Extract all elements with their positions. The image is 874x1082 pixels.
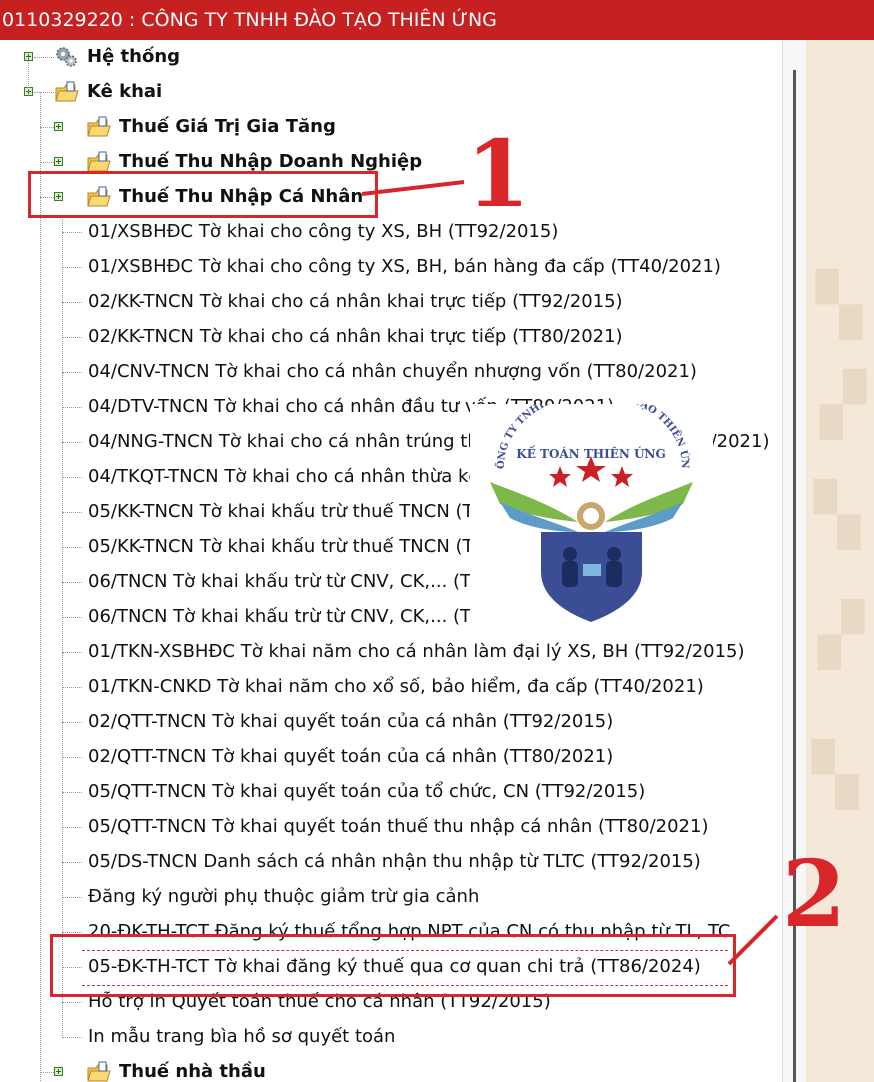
tree-item-label: 05/QTT-TNCN Tờ khai quyết toán thuế thu … <box>88 816 709 837</box>
tree-item-tncn-form[interactable]: 01/XSBHĐC Tờ khai cho công ty XS, BH (TT… <box>0 215 782 249</box>
tree-connector-horizontal <box>62 1037 82 1038</box>
tree-connector-horizontal <box>62 442 82 443</box>
tree-item-label: Thuế nhà thầu <box>119 1061 266 1082</box>
watermark-glyph: ▞ <box>820 370 867 440</box>
tree-connector-horizontal <box>62 827 82 828</box>
tree-item-tncn-form[interactable]: 02/QTT-TNCN Tờ khai quyết toán của cá nh… <box>0 705 782 739</box>
watermark-glyph: ▚ <box>814 480 861 550</box>
tree-item-label: 05/DS-TNCN Danh sách cá nhân nhận thu nh… <box>88 851 701 872</box>
tree-item-label: Thuế Giá Trị Gia Tăng <box>119 116 336 137</box>
marker-number-1: 1 <box>466 120 531 228</box>
tree-connector-horizontal <box>62 337 82 338</box>
tree-connector-horizontal <box>62 897 82 898</box>
tree-item-tncn-form[interactable]: 02/QTT-TNCN Tờ khai quyết toán của cá nh… <box>0 740 782 774</box>
watermark-glyph: ▞ <box>818 600 865 670</box>
logo-monitor <box>583 564 601 576</box>
tree-connector-horizontal <box>34 92 54 93</box>
tree-item-tncn-form[interactable]: 04/CNV-TNCN Tờ khai cho cá nhân chuyển n… <box>0 355 782 389</box>
tree-connector-horizontal <box>40 162 54 163</box>
watermark-glyph: ▚ <box>816 270 863 340</box>
tree-item-tncn-form[interactable]: 05/DS-TNCN Danh sách cá nhân nhận thu nh… <box>0 845 782 879</box>
tree-item-tncn-form[interactable]: 05/QTT-TNCN Tờ khai quyết toán của tổ ch… <box>0 775 782 809</box>
tree-connector-vertical <box>40 92 41 1082</box>
tree-item-label: 05/QTT-TNCN Tờ khai quyết toán của tổ ch… <box>88 781 646 802</box>
expand-icon[interactable] <box>54 122 63 131</box>
highlight-box-05-dk-th-tct <box>50 934 736 997</box>
tree-connector-horizontal <box>62 407 82 408</box>
tree-item-tncn-form[interactable]: 02/KK-TNCN Tờ khai cho cá nhân khai trực… <box>0 320 782 354</box>
tree-connector-horizontal <box>62 547 82 548</box>
tree-connector-horizontal <box>62 477 82 478</box>
tree-item-tncn-form[interactable]: 01/TKN-CNKD Tờ khai năm cho xổ số, bảo h… <box>0 670 782 704</box>
tree-item-label: 01/TKN-XSBHĐC Tờ khai năm cho cá nhân là… <box>88 641 745 662</box>
tree-item-label: 02/KK-TNCN Tờ khai cho cá nhân khai trực… <box>88 326 623 347</box>
folder-icon <box>87 1061 111 1082</box>
watermark-glyph: ▚ <box>812 740 859 810</box>
tree-item-label: Hệ thống <box>87 46 181 67</box>
tree-connector-horizontal <box>62 757 82 758</box>
tree-item-label: 01/TKN-CNKD Tờ khai năm cho xổ số, bảo h… <box>88 676 704 697</box>
tree-connector-vertical <box>62 215 63 1038</box>
tree-connector-horizontal <box>62 617 82 618</box>
tree-connector-horizontal <box>62 267 82 268</box>
tree-connector-horizontal <box>62 862 82 863</box>
window-title: 0110329220 : CÔNG TY TNHH ĐÀO TẠO THIÊN … <box>2 9 497 31</box>
tree-connector-horizontal <box>34 57 54 58</box>
tree-item-tncn-form[interactable]: In mẫu trang bìa hồ sơ quyết toán <box>0 1020 782 1054</box>
tree-connector-vertical <box>28 57 29 92</box>
tree-connector-horizontal <box>62 652 82 653</box>
dashed-underline-top <box>82 950 728 951</box>
logo-shield <box>541 532 642 622</box>
arrow-line-1 <box>361 180 465 196</box>
tree-item-tncn-form[interactable]: Đăng ký người phụ thuộc giảm trừ gia cản… <box>0 880 782 914</box>
tree-item-tncn-form[interactable]: 02/KK-TNCN Tờ khai cho cá nhân khai trực… <box>0 285 782 319</box>
tree-node-ke-khai[interactable]: Kê khai <box>0 75 782 109</box>
tree-item-label: Kê khai <box>87 81 163 102</box>
tree-connector-horizontal <box>40 127 54 128</box>
tree-item-label: Đăng ký người phụ thuộc giảm trừ gia cản… <box>88 886 480 907</box>
tree-item-label: 01/XSBHĐC Tờ khai cho công ty XS, BH, bá… <box>88 256 721 277</box>
tree-item-label: 02/QTT-TNCN Tờ khai quyết toán của cá nh… <box>88 746 614 767</box>
tree-node-he-thong[interactable]: Hệ thống <box>0 40 782 74</box>
tree-item-tncn-form[interactable]: 01/TKN-XSBHĐC Tờ khai năm cho cá nhân là… <box>0 635 782 669</box>
tree-connector-horizontal <box>62 302 82 303</box>
tree-connector-horizontal <box>62 512 82 513</box>
tree-node-thue-gtgt[interactable]: Thuế Giá Trị Gia Tăng <box>0 110 782 144</box>
arrow-line-2 <box>727 914 779 966</box>
highlight-box-tncn <box>28 171 378 218</box>
folder-icon <box>55 81 79 103</box>
folder-icon <box>87 151 111 173</box>
company-logo: CÔNG TY TNHH DỊCH VỤ ĐÀO TẠO THIÊN ỨNG K… <box>466 387 713 626</box>
expand-icon[interactable] <box>54 157 63 166</box>
tree-connector-horizontal <box>62 932 82 933</box>
tree-item-tncn-form[interactable]: 01/XSBHĐC Tờ khai cho công ty XS, BH, bá… <box>0 250 782 284</box>
tree-connector-horizontal <box>62 582 82 583</box>
tree-connector-horizontal <box>62 687 82 688</box>
tree-item-label: 04/CNV-TNCN Tờ khai cho cá nhân chuyển n… <box>88 361 697 382</box>
tree-connector-horizontal <box>62 1002 82 1003</box>
expand-icon[interactable] <box>54 1067 63 1076</box>
window-title-bar: 0110329220 : CÔNG TY TNHH ĐÀO TẠO THIÊN … <box>0 0 874 40</box>
gear-icon <box>55 46 79 68</box>
tree-connector-horizontal <box>62 722 82 723</box>
dashed-underline-bottom <box>82 985 728 986</box>
marker-number-2: 2 <box>782 840 847 948</box>
logo-eagle-face <box>583 508 599 524</box>
tree-connector-horizontal <box>62 372 82 373</box>
tree-item-label: 02/KK-TNCN Tờ khai cho cá nhân khai trực… <box>88 291 623 312</box>
folder-icon <box>87 116 111 138</box>
tree-item-tncn-form[interactable]: 05/QTT-TNCN Tờ khai quyết toán thuế thu … <box>0 810 782 844</box>
tree-connector-horizontal <box>40 1072 54 1073</box>
tree-item-label: In mẫu trang bìa hồ sơ quyết toán <box>88 1026 396 1047</box>
tree-item-label: 02/QTT-TNCN Tờ khai quyết toán của cá nh… <box>88 711 614 732</box>
tree-connector-horizontal <box>62 232 82 233</box>
tree-connector-horizontal <box>62 792 82 793</box>
tree-node-thue-nha-thau[interactable]: Thuế nhà thầu <box>0 1055 782 1082</box>
